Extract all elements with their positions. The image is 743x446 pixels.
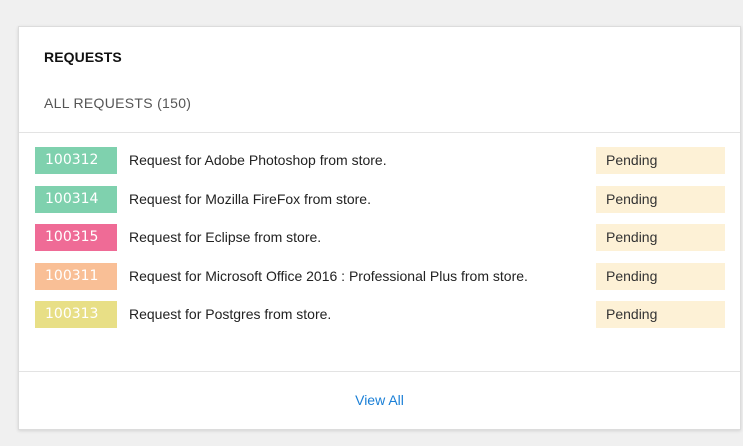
status-badge: Pending xyxy=(596,147,725,174)
request-description[interactable]: Request for Postgres from store. xyxy=(129,301,591,328)
requests-card: REQUESTS ALL REQUESTS (150) 100312 Reque… xyxy=(18,26,741,430)
request-row[interactable]: 100315 Request for Eclipse from store. P… xyxy=(35,224,725,251)
request-row[interactable]: 100314 Request for Mozilla FireFox from … xyxy=(35,186,725,213)
request-list: 100312 Request for Adobe Photoshop from … xyxy=(19,133,740,373)
status-badge: Pending xyxy=(596,301,725,328)
view-all-link[interactable]: View All xyxy=(355,392,404,408)
card-title: REQUESTS xyxy=(44,49,122,65)
request-description[interactable]: Request for Eclipse from store. xyxy=(129,224,591,251)
card-footer: View All xyxy=(19,371,740,429)
request-id-badge[interactable]: 100313 xyxy=(35,301,117,328)
request-row[interactable]: 100311 Request for Microsoft Office 2016… xyxy=(35,263,725,290)
card-header: REQUESTS ALL REQUESTS (150) xyxy=(19,27,740,133)
request-description[interactable]: Request for Mozilla FireFox from store. xyxy=(129,186,591,213)
request-description[interactable]: Request for Adobe Photoshop from store. xyxy=(129,147,591,174)
all-requests-count[interactable]: ALL REQUESTS (150) xyxy=(44,95,191,111)
request-id-badge[interactable]: 100314 xyxy=(35,186,117,213)
request-row[interactable]: 100313 Request for Postgres from store. … xyxy=(35,301,725,328)
status-badge: Pending xyxy=(596,263,725,290)
status-badge: Pending xyxy=(596,186,725,213)
request-id-badge[interactable]: 100315 xyxy=(35,224,117,251)
request-description[interactable]: Request for Microsoft Office 2016 : Prof… xyxy=(129,263,591,290)
request-row[interactable]: 100312 Request for Adobe Photoshop from … xyxy=(35,147,725,174)
request-id-badge[interactable]: 100312 xyxy=(35,147,117,174)
status-badge: Pending xyxy=(596,224,725,251)
request-id-badge[interactable]: 100311 xyxy=(35,263,117,290)
